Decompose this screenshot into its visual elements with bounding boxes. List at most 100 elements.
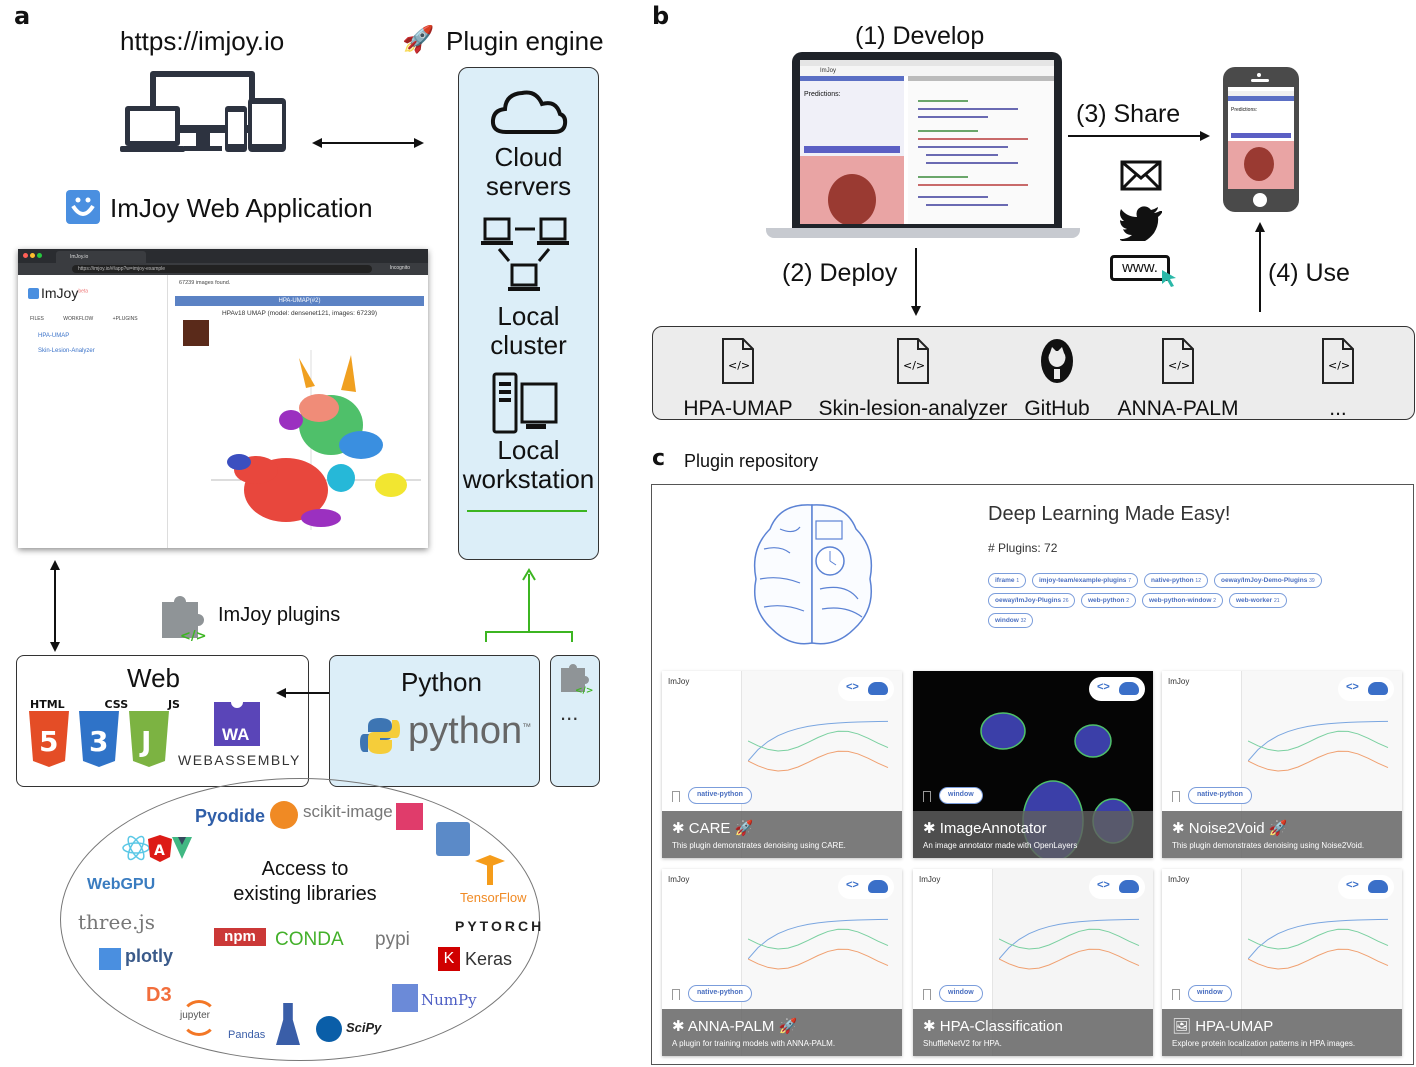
deploy-github[interactable]: GitHub [1017, 337, 1097, 421]
python-title: Python [401, 667, 482, 697]
panel-c-label: c [652, 446, 666, 471]
imjoy-pink-icon [396, 803, 423, 830]
cloud-download-icon[interactable] [1119, 682, 1139, 695]
js-icon: J [129, 711, 169, 767]
plugin-type-badge[interactable]: window [939, 985, 983, 1002]
github-icon [1041, 339, 1073, 383]
html-css-js-icons: 5 3 J [29, 711, 169, 767]
scipy-icon [316, 1016, 342, 1042]
tag-imjoy-team-example-plugins[interactable]: imjoy-team/example-plugins 7 [1032, 573, 1138, 588]
address-bar[interactable]: https://imjoy.io/#/app?w=imjoy-example [72, 265, 372, 273]
bookmark-icon[interactable] [1172, 791, 1180, 802]
sidebar-tabs[interactable]: FILES WORKFLOW +PLUGINS [30, 316, 138, 322]
numpy-icon [392, 984, 418, 1012]
python-logo-text: python™ [408, 710, 532, 752]
code-icon[interactable]: <> [1097, 681, 1110, 693]
umap-scatter-plot[interactable] [211, 330, 421, 530]
tag-count: 1 [1016, 578, 1020, 584]
imjoy-browser-window: ImJoy.io https://imjoy.io/#/app?w=imjoy-… [18, 249, 428, 548]
html-label: HTML [30, 698, 65, 711]
tag-count: 32 [1020, 618, 1027, 624]
card-actions: <> [1338, 677, 1394, 701]
plugin-item-hpa-umap[interactable]: HPA-UMAP [38, 333, 69, 339]
email-icon[interactable] [1120, 160, 1162, 192]
plugin-name: ✱ Noise2Void 🚀 [1172, 820, 1288, 837]
twitter-icon[interactable] [1120, 205, 1162, 241]
tag-name: oeway/ImJoy-Plugins [995, 597, 1063, 604]
deploy-anna-palm[interactable]: </> ANNA-PALM [1115, 337, 1241, 421]
tag-web-worker[interactable]: web-worker 21 [1229, 593, 1287, 608]
plugin-card-hpa-classification[interactable]: ImJoy <> window ✱ HPA-Classification Shuffle… [913, 869, 1153, 1056]
skin-lesion-image [800, 156, 904, 224]
sample-thumbnail[interactable] [183, 320, 209, 346]
code-icon[interactable]: <> [1346, 681, 1359, 693]
lib-npm: npm [214, 928, 266, 946]
bookmark-icon[interactable] [672, 989, 680, 1000]
plugin-type-badge[interactable]: window [939, 787, 983, 804]
tag-count: 7 [1128, 578, 1131, 584]
bookmark-icon[interactable] [672, 791, 680, 802]
cloud-download-icon[interactable] [1119, 880, 1139, 893]
lib-threejs: three.js [78, 910, 155, 934]
tag-count: 2 [1213, 598, 1217, 604]
plugin-type-badge[interactable]: native-python [688, 985, 752, 1002]
cluster-label-1: Local [497, 301, 560, 331]
green-connector-arrow [485, 568, 573, 642]
plugin-type-badge[interactable]: window [1188, 985, 1232, 1002]
code-icon[interactable]: <> [846, 681, 859, 693]
use-arrow [1255, 222, 1265, 312]
window-title-bar[interactable]: HPA-UMAP(#2) [175, 296, 424, 306]
libraries-caption-1: Access to [261, 858, 349, 880]
cloud-download-icon[interactable] [1368, 880, 1388, 893]
tag-web-python[interactable]: web-python 2 [1081, 593, 1137, 608]
card-info-band: ✱ CARE 🚀 This plugin demonstrates denoisi… [662, 811, 902, 858]
plugin-name: ✱ HPA-Classification [923, 1018, 1063, 1035]
plugin-card-care[interactable]: ImJoy <> native-python ✱ CARE 🚀 This plugin … [662, 671, 902, 858]
code-icon[interactable]: <> [1346, 879, 1359, 891]
laptop-base [766, 228, 1080, 238]
cloud-download-icon[interactable] [1368, 682, 1388, 695]
plugin-type-badge[interactable]: native-python [688, 787, 752, 804]
bookmark-icon[interactable] [1172, 989, 1180, 1000]
plugin-card-imageannotator[interactable]: <> window ✱ ImageAnnotator An image annotat… [913, 671, 1153, 858]
tag-oeway-imjoy-plugins[interactable]: oeway/ImJoy-Plugins 26 [988, 593, 1076, 608]
code-icon[interactable]: <> [1097, 879, 1110, 891]
umap-plot-title: HPAv18 UMAP (model: densenet121, images:… [221, 310, 377, 317]
deploy-hpa-umap[interactable]: </> HPA-UMAP [683, 337, 793, 421]
browser-tab[interactable]: ImJoy.io [56, 251, 146, 263]
cloud-servers-label: Cloud servers [458, 143, 599, 201]
deploy-more[interactable]: </> ... [1303, 337, 1373, 421]
card-actions: <> [1089, 875, 1145, 899]
tag-web-python-window[interactable]: web-python-window 2 [1142, 593, 1224, 608]
lib-jupyter: jupyter [180, 1010, 211, 1021]
svg-text:3: 3 [89, 725, 108, 758]
cloud-download-icon[interactable] [868, 682, 888, 695]
laptop-imjoy-bar: ImJoy [800, 66, 1054, 76]
plugin-type-badge[interactable]: native-python [1188, 787, 1252, 804]
bookmark-icon[interactable] [923, 989, 931, 1000]
deploy-skin-lesion[interactable]: </> Skin-lesion-analyzer [818, 337, 1008, 421]
plugin-name: ✱ CARE 🚀 [672, 820, 754, 837]
deploy-label: GitHub [1024, 397, 1090, 420]
plugin-description: A plugin for training models with ANNA-P… [672, 1039, 836, 1048]
tag-native-python[interactable]: native-python 12 [1144, 573, 1208, 588]
local-workstation-label: Local workstation [458, 436, 599, 494]
code-icon[interactable]: <> [846, 879, 859, 891]
tag-window[interactable]: window 32 [988, 613, 1034, 628]
card-actions: <> [838, 677, 894, 701]
tag-oeway-imjoy-demo-plugins[interactable]: oeway/ImJoy-Demo-Plugins 39 [1214, 573, 1322, 588]
lib-pyodide: Pyodide [195, 806, 266, 826]
web-badge-labels: HTML CSS JS [30, 698, 180, 711]
plugin-card-noise2void[interactable]: ImJoy <> native-python ✱ Noise2Void 🚀 This p… [1162, 671, 1402, 858]
cursor-icon [1162, 270, 1176, 287]
bookmark-icon[interactable] [923, 791, 931, 802]
imjoy-url[interactable]: https://imjoy.io [120, 26, 284, 57]
card-actions: <> [1089, 677, 1145, 701]
deploy-label: ANNA-PALM [1117, 397, 1239, 420]
plugin-card-hpa-umap[interactable]: ImJoy <> window 🖼 HPA-UMAP Explore protein l… [1162, 869, 1402, 1056]
cloud-download-icon[interactable] [868, 880, 888, 893]
plugin-card-anna-palm[interactable]: ImJoy <> native-python ✱ ANNA-PALM 🚀 A plugi… [662, 869, 902, 1056]
tag-iframe[interactable]: iframe 1 [988, 573, 1027, 588]
deploy-label: Skin-lesion-analyzer [818, 397, 1008, 420]
plugin-item-skin-lesion[interactable]: Skin-Lesion-Analyzer [38, 348, 95, 354]
